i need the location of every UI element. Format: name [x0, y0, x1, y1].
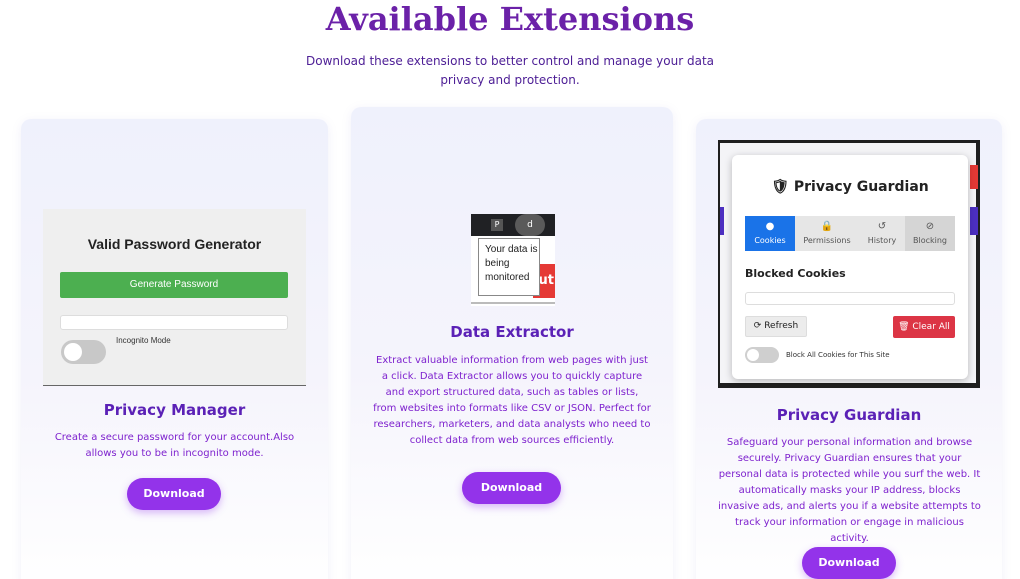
card-description: Create a secure password for your accoun…: [54, 432, 295, 459]
clear-all-button[interactable]: 🗑 Clear All: [893, 316, 955, 338]
page-subtitle: Download these extensions to better cont…: [305, 54, 715, 87]
tab-permissions[interactable]: 🔒 Permissions: [795, 216, 859, 251]
incognito-toggle[interactable]: [61, 340, 106, 364]
tab-blocking[interactable]: ⊘ Blocking: [905, 216, 955, 251]
password-output-field[interactable]: [60, 315, 288, 330]
privacy-guardian-preview: 🛡 Privacy Guardian ● Cookies 🔒 Permissio…: [718, 140, 980, 388]
history-icon: ↺: [877, 221, 887, 232]
download-button[interactable]: Download: [802, 547, 896, 579]
page-title: Available Extensions: [325, 0, 695, 38]
refresh-icon: ⟳: [753, 321, 765, 331]
extension-p-icon[interactable]: P: [491, 219, 503, 231]
monitoring-tooltip: Your data is being monitored: [478, 238, 540, 296]
trash-icon: 🗑: [898, 322, 913, 332]
refresh-label: Refresh: [764, 321, 799, 331]
generate-password-button[interactable]: Generate Password: [60, 272, 288, 298]
preview-heading: Valid Password Generator: [87, 236, 262, 252]
clear-all-label: Clear All: [912, 322, 950, 332]
card-title: Privacy Guardian: [776, 406, 922, 424]
browser-page: 🛡 Privacy Guardian ● Cookies 🔒 Permissio…: [720, 143, 978, 383]
popup-title-text: Privacy Guardian: [793, 179, 929, 195]
popup-tabs: ● Cookies 🔒 Permissions ↺ History ⊘ Bloc…: [745, 216, 955, 251]
extension-d-icon[interactable]: d: [515, 214, 545, 236]
extension-card-privacy-manager: Valid Password Generator Generate Passwo…: [21, 119, 328, 579]
extension-popup: 🛡 Privacy Guardian ● Cookies 🔒 Permissio…: [732, 155, 968, 379]
privacy-manager-preview: Valid Password Generator Generate Passwo…: [43, 209, 306, 386]
card-description: Safeguard your personal information and …: [718, 437, 981, 544]
section-title: Blocked Cookies: [745, 267, 846, 280]
download-button[interactable]: Download: [127, 478, 221, 510]
tab-cookies[interactable]: ● Cookies: [745, 216, 795, 251]
page-red-accent: [970, 165, 978, 189]
block-icon: ⊘: [925, 221, 935, 232]
card-description: Extract valuable information from web pa…: [373, 355, 651, 446]
lock-icon: 🔒: [820, 221, 834, 232]
extension-card-data-extractor: P d ut Your data is being monitored Data…: [351, 107, 673, 579]
tab-label: Blocking: [912, 236, 947, 245]
download-button[interactable]: Download: [462, 472, 561, 504]
tab-label: Cookies: [754, 236, 786, 245]
tab-label: Permissions: [803, 236, 851, 245]
block-all-label: Block All Cookies for This Site: [786, 351, 890, 359]
block-all-toggle[interactable]: [745, 347, 779, 363]
tab-label: History: [867, 236, 897, 245]
popup-title: 🛡 Privacy Guardian: [732, 179, 968, 195]
cookie-icon: ●: [765, 221, 775, 232]
refresh-button[interactable]: ⟳ Refresh: [745, 316, 807, 337]
data-extractor-preview: P d ut Your data is being monitored: [471, 214, 555, 306]
incognito-label: Incognito Mode: [116, 336, 171, 345]
cookie-search-input[interactable]: [745, 292, 955, 305]
card-title: Data Extractor: [450, 323, 574, 341]
tab-history[interactable]: ↺ History: [859, 216, 905, 251]
card-title: Privacy Manager: [103, 401, 246, 419]
page-purple-accent: [970, 207, 978, 235]
page-purple-accent: [720, 207, 724, 235]
shield-icon: 🛡: [771, 179, 794, 195]
divider: [471, 302, 555, 304]
extension-card-privacy-guardian: 🛡 Privacy Guardian ● Cookies 🔒 Permissio…: [696, 119, 1002, 579]
